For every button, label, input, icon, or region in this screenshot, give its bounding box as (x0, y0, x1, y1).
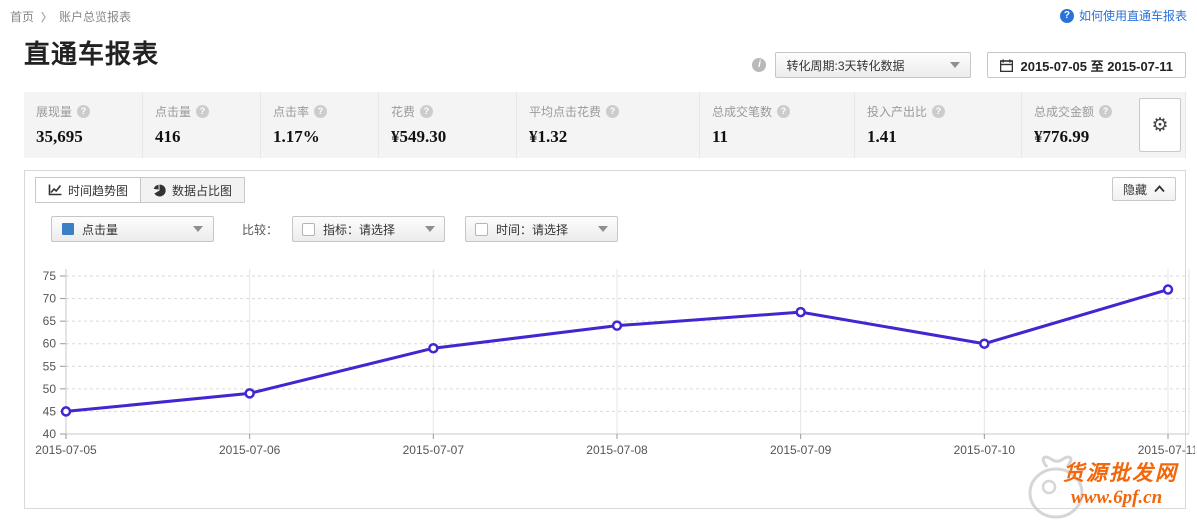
data-point (980, 340, 988, 348)
indicator-compare-select[interactable]: 指标：请选择 (292, 216, 445, 242)
data-point (613, 322, 621, 330)
breadcrumb: 首页 〉 账户总览报表 (10, 8, 131, 25)
help-link-label: 如何使用直通车报表 (1079, 7, 1187, 24)
calendar-icon (1000, 59, 1013, 72)
chart-tabs: 时间趋势图 数据占比图 (35, 177, 245, 203)
info-icon: i (752, 58, 766, 72)
y-tick-label: 70 (43, 292, 57, 306)
gear-icon: ⚙ (1151, 114, 1168, 137)
time-checkbox[interactable] (475, 223, 488, 236)
x-tick-label: 2015-07-06 (219, 443, 281, 457)
stat-value: 35,695 (36, 127, 142, 147)
stat-value: 1.17% (273, 127, 378, 147)
x-tick-label: 2015-07-07 (403, 443, 465, 457)
y-tick-label: 45 (43, 404, 57, 418)
data-point (62, 407, 70, 415)
settings-button[interactable]: ⚙ (1139, 98, 1181, 152)
y-tick-label: 75 (43, 269, 57, 283)
stat-total-orders: 总成交笔数? 11 (700, 92, 855, 158)
chevron-down-icon (425, 226, 435, 232)
stat-label: 展现量 (36, 103, 72, 120)
indicator-checkbox[interactable] (302, 223, 315, 236)
stat-value: 11 (712, 127, 854, 147)
stat-label: 总成交金额 (1034, 103, 1094, 120)
stat-avg-cpc: 平均点击花费? ¥1.32 (517, 92, 700, 158)
stat-value: 1.41 (867, 127, 1021, 147)
stat-label: 花费 (391, 103, 415, 120)
data-point (246, 389, 254, 397)
hide-button[interactable]: 隐藏 (1112, 177, 1176, 201)
series-color-swatch (62, 223, 74, 235)
compare-label: 比较： (242, 221, 278, 238)
question-circle-icon: ? (1099, 105, 1112, 118)
breadcrumb-home-link[interactable]: 首页 (10, 8, 34, 25)
stat-value: 416 (155, 127, 260, 147)
chevron-right-icon: 〉 (41, 9, 52, 25)
stat-cost: 花费? ¥549.30 (379, 92, 517, 158)
question-circle-icon: ? (932, 105, 945, 118)
x-tick-label: 2015-07-10 (954, 443, 1016, 457)
question-circle-icon: ? (777, 105, 790, 118)
y-tick-label: 50 (43, 382, 57, 396)
stat-label: 总成交笔数 (712, 103, 772, 120)
data-point (1164, 286, 1172, 294)
metric-select-value: 点击量 (82, 221, 118, 238)
tab-time-trend[interactable]: 时间趋势图 (35, 177, 141, 203)
header-controls: i 转化周期:3天转化数据 2015-07-05 至 2015-07-11 (752, 52, 1186, 78)
pie-chart-icon (153, 184, 166, 197)
tab-label: 数据占比图 (172, 182, 232, 199)
stat-value: ¥1.32 (529, 127, 699, 147)
date-range-value: 2015-07-05 至 2015-07-11 (1020, 56, 1173, 75)
time-compare-select[interactable]: 时间：请选择 (465, 216, 618, 242)
stat-roi: 投入产出比? 1.41 (855, 92, 1022, 158)
x-tick-label: 2015-07-11 (1138, 443, 1195, 457)
stat-label: 平均点击花费 (529, 103, 601, 120)
time-select-value: 时间：请选择 (496, 221, 568, 238)
help-link[interactable]: ? 如何使用直通车报表 (1060, 7, 1187, 24)
chevron-down-icon (598, 226, 608, 232)
y-tick-label: 55 (43, 359, 57, 373)
hide-label: 隐藏 (1123, 181, 1147, 198)
conversion-period-select[interactable]: 转化周期:3天转化数据 (775, 52, 971, 78)
chevron-down-icon (950, 62, 960, 68)
report-panel: 时间趋势图 数据占比图 隐藏 点击量 比较： 指标：请选择 (24, 170, 1186, 509)
line-chart-icon (48, 184, 62, 196)
page-title: 直通车报表 (24, 34, 159, 71)
question-circle-icon: ? (606, 105, 619, 118)
tab-data-proportion[interactable]: 数据占比图 (140, 177, 245, 203)
y-tick-label: 60 (43, 337, 57, 351)
question-circle-icon: ? (196, 105, 209, 118)
tab-label: 时间趋势图 (68, 182, 128, 199)
stats-bar: 展现量? 35,695 点击量? 416 点击率? 1.17% 花费? ¥549… (24, 92, 1186, 158)
question-circle-icon: ? (1060, 9, 1074, 23)
conversion-period-value: 转化周期:3天转化数据 (786, 57, 904, 74)
stat-label: 点击率 (273, 103, 309, 120)
stat-label: 点击量 (155, 103, 191, 120)
breadcrumb-current: 账户总览报表 (59, 8, 131, 25)
chevron-up-icon (1154, 185, 1165, 193)
stat-value: ¥549.30 (391, 127, 516, 147)
trend-chart: 40 45 50 55 60 65 70 75 2015-07-05 2015-07-06 2015… (35, 261, 1195, 471)
stat-impressions: 展现量? 35,695 (24, 92, 143, 158)
stat-clicks: 点击量? 416 (143, 92, 261, 158)
x-tick-label: 2015-07-09 (770, 443, 832, 457)
chart-controls: 点击量 比较： 指标：请选择 时间：请选择 (51, 216, 618, 242)
stat-label: 投入产出比 (867, 103, 927, 120)
stat-ctr: 点击率? 1.17% (261, 92, 379, 158)
y-tick-label: 40 (43, 427, 57, 441)
indicator-select-value: 指标：请选择 (323, 221, 395, 238)
question-circle-icon: ? (77, 105, 90, 118)
question-circle-icon: ? (420, 105, 433, 118)
data-point (797, 308, 805, 316)
x-tick-label: 2015-07-05 (35, 443, 97, 457)
y-tick-label: 65 (43, 314, 57, 328)
date-range-picker[interactable]: 2015-07-05 至 2015-07-11 (987, 52, 1186, 78)
data-point (429, 344, 437, 352)
metric-select[interactable]: 点击量 (51, 216, 214, 242)
chevron-down-icon (193, 226, 203, 232)
x-tick-label: 2015-07-08 (586, 443, 648, 457)
question-circle-icon: ? (314, 105, 327, 118)
